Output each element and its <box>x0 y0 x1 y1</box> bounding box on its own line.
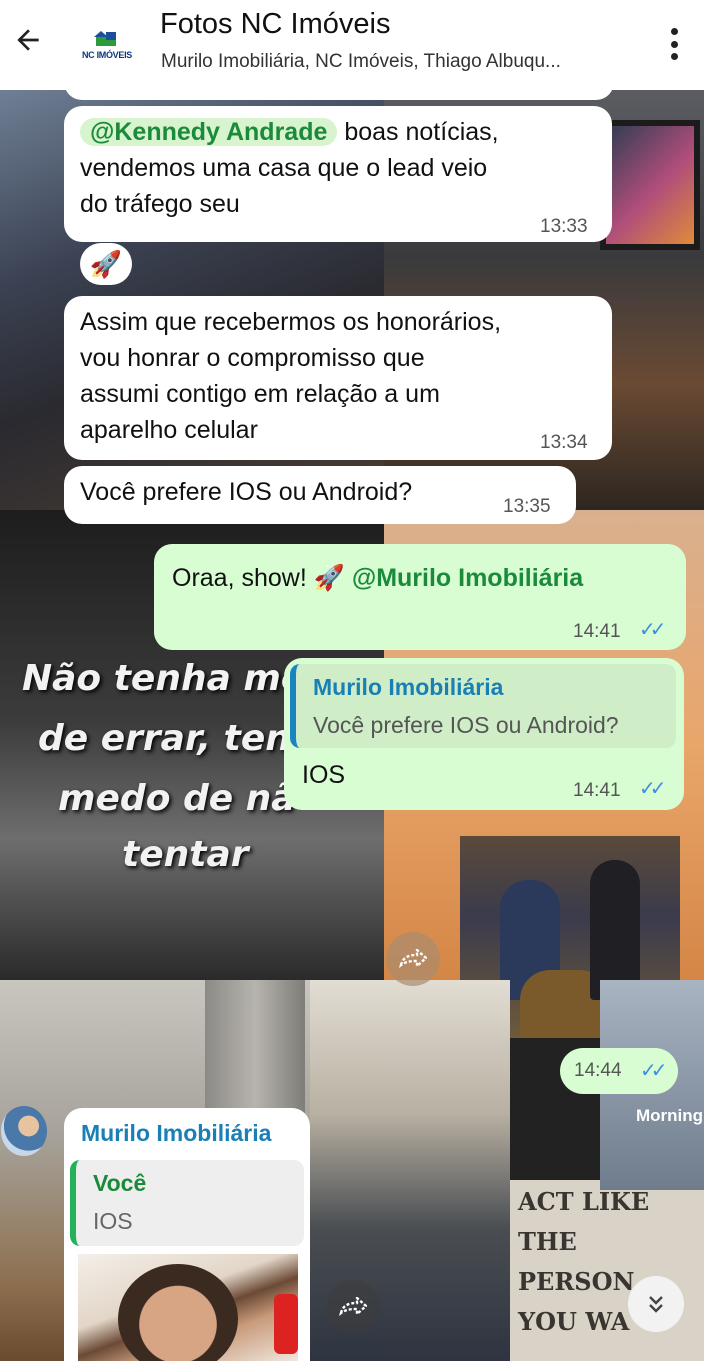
poster-line-1: Não tenha me <box>22 658 306 699</box>
message-time: 13:33 <box>540 216 588 237</box>
sender-name: Murilo Imobiliária <box>81 1120 272 1146</box>
chat-title[interactable]: Fotos NC Imóveis <box>160 8 390 41</box>
act-line-2: THE <box>518 1227 577 1256</box>
quote-text: Você prefere IOS ou Android? <box>313 712 619 738</box>
photo-face-shape <box>118 1264 238 1361</box>
quote-author: Murilo Imobiliária <box>313 674 504 700</box>
message-text: Você prefere IOS ou Android? <box>80 478 413 506</box>
mention-chip[interactable]: @Murilo Imobiliária <box>352 564 583 592</box>
quote-author: Você <box>93 1170 147 1196</box>
quote-text: IOS <box>93 1208 133 1234</box>
message-time: 13:34 <box>540 432 588 453</box>
message-time: 13:35 <box>503 496 551 517</box>
message-text: IOS <box>302 761 346 789</box>
logo-text: NC IMÓVEIS <box>81 50 132 60</box>
chat-participants[interactable]: Murilo Imobiliária, NC Imóveis, Thiago A… <box>161 51 631 73</box>
message-bubble[interactable]: Você prefere IOS ou Android? <box>64 466 576 524</box>
act-line-4: YOU WA <box>518 1307 630 1336</box>
chat-header: NC IMÓVEIS Fotos NC Imóveis Murilo Imobi… <box>0 0 704 90</box>
message-text: boas notícias, <box>337 118 499 146</box>
message-text: assumi contigo em relação a um <box>80 380 440 408</box>
person-shape-3 <box>590 860 640 1000</box>
double-chevron-down-icon[interactable] <box>628 1276 684 1332</box>
message-bubble[interactable]: Assim que recebermos os honorários, vou … <box>64 296 612 460</box>
more-vertical-icon[interactable] <box>666 24 682 64</box>
message-text: Assim que recebermos os honorários, <box>80 308 502 336</box>
back-button[interactable] <box>8 18 48 62</box>
message-text: aparelho celular <box>80 416 258 444</box>
message-bubble[interactable]: @Kennedy Andrade boas notícias, vendemos… <box>64 106 612 242</box>
arrow-left-icon <box>17 29 39 51</box>
message-time: 14:41 <box>573 780 621 801</box>
message-text: vou honrar o compromisso que <box>80 344 425 372</box>
morning-text: Morning <box>636 1106 704 1125</box>
monitor-shape <box>600 120 700 250</box>
sender-avatar[interactable] <box>1 1106 47 1156</box>
message-text: do tráfego seu <box>80 190 240 218</box>
forward-icon[interactable] <box>386 932 440 986</box>
poster-line-4: tentar <box>122 834 249 875</box>
poster-line-2: de errar, ten <box>38 718 291 759</box>
double-check-icon: ✓✓ <box>639 619 666 641</box>
poster-line-3: medo de nã <box>58 778 296 819</box>
act-line-3: PERSON <box>518 1267 635 1296</box>
photo-phone-shape <box>274 1294 298 1354</box>
message-image[interactable] <box>78 1254 298 1361</box>
message-text: vendemos uma casa que o lead veio <box>80 154 488 182</box>
message-text: Oraa, show! 🚀 <box>172 564 352 592</box>
message-time: 14:41 <box>573 621 621 642</box>
double-check-icon: ✓✓ <box>640 1060 667 1082</box>
message-time: 14:44 <box>574 1060 622 1081</box>
forward-icon[interactable] <box>326 1280 380 1334</box>
house-logo-icon <box>94 30 120 48</box>
group-avatar[interactable]: NC IMÓVEIS <box>78 22 136 68</box>
act-line-1: ACT LIKE <box>518 1187 650 1216</box>
mention-chip[interactable]: @Kennedy Andrade <box>80 118 338 146</box>
rocket-reaction[interactable]: 🚀 <box>80 243 132 285</box>
double-check-icon: ✓✓ <box>639 778 666 800</box>
